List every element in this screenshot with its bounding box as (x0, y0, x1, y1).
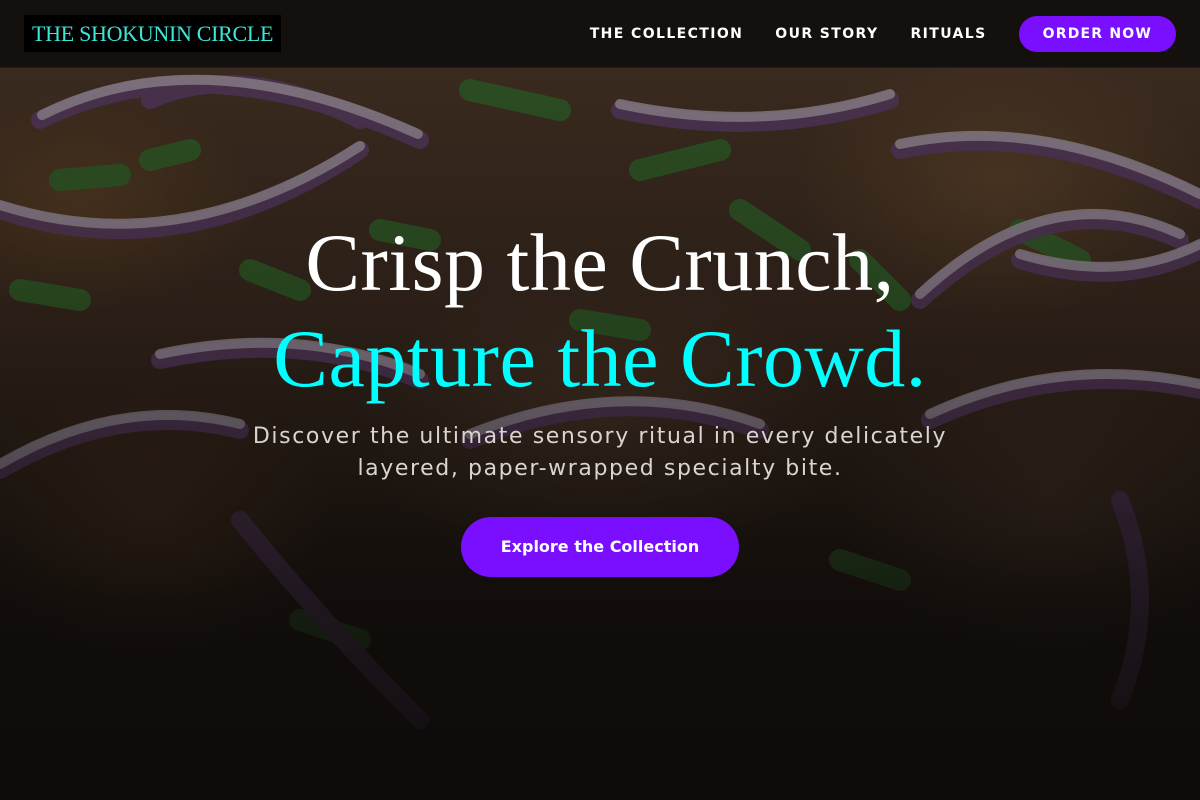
hero-subtitle: Discover the ultimate sensory ritual in … (252, 424, 948, 481)
order-now-button[interactable]: ORDER NOW (1018, 15, 1176, 52)
nav-link-the-collection[interactable]: THE COLLECTION (590, 26, 744, 42)
headline-line-1: Crisp the Crunch, (305, 217, 895, 308)
explore-collection-button[interactable]: Explore the Collection (460, 517, 740, 577)
nav-link-rituals[interactable]: RITUALS (910, 26, 986, 42)
headline-line-2: Capture the Crowd. (273, 313, 927, 404)
brand-name: THE SHOKUNIN CIRCLE (32, 21, 274, 46)
brand-logo[interactable]: THE SHOKUNIN CIRCLE (24, 15, 282, 52)
primary-nav: THE COLLECTION OUR STORY RITUALS ORDER N… (590, 15, 1176, 52)
hero-section: Crisp the Crunch, Capture the Crowd. Dis… (0, 215, 1200, 577)
nav-link-our-story[interactable]: OUR STORY (775, 26, 878, 42)
top-navigation-bar: THE SHOKUNIN CIRCLE THE COLLECTION OUR S… (0, 0, 1200, 68)
hero-headline: Crisp the Crunch, Capture the Crowd. (0, 215, 1200, 407)
